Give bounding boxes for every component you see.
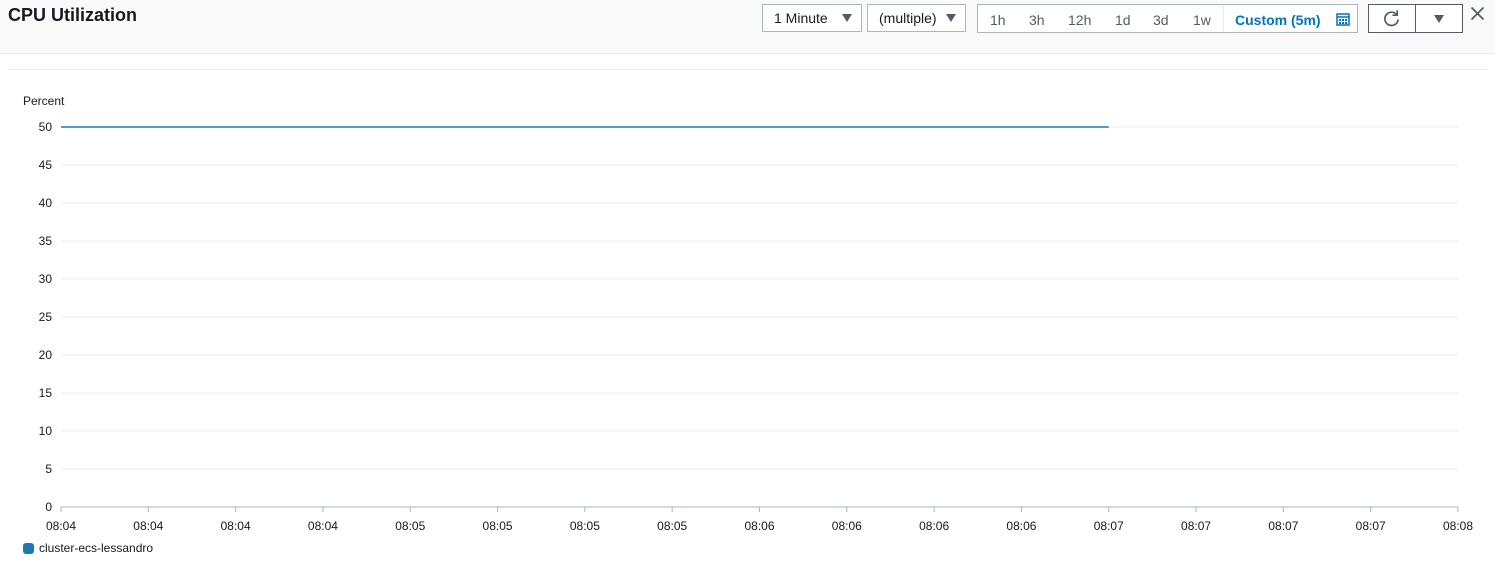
y-tick-label: 40: [39, 196, 53, 210]
cpu-utilization-chart: Percent 0 5 10 15 20 25 30 35 40 45 50 08:04 08:04 0…: [23, 94, 1473, 533]
x-tick-label: 08:04: [133, 519, 163, 533]
y-tick-label: 20: [39, 348, 53, 362]
x-tick-label: 08:04: [46, 519, 76, 533]
x-tick-label: 08:06: [832, 519, 862, 533]
y-tick-label: 50: [39, 120, 53, 134]
x-tick-label: 08:06: [919, 519, 949, 533]
x-tick-label: 08:07: [1356, 519, 1386, 533]
x-tick-label: 08:06: [1006, 519, 1036, 533]
y-tick-label: 25: [39, 310, 53, 324]
x-tick-label: 08:07: [1094, 519, 1124, 533]
y-tick-label: 5: [45, 462, 52, 476]
legend-label: cluster-ecs-lessandro: [39, 541, 154, 555]
x-tick-label: 08:05: [483, 519, 513, 533]
x-tick-label: 08:04: [221, 519, 251, 533]
y-tick-label: 35: [39, 234, 53, 248]
x-tick-label: 08:05: [395, 519, 425, 533]
x-tick-label: 08:07: [1181, 519, 1211, 533]
chart-legend[interactable]: cluster-ecs-lessandro: [23, 541, 153, 555]
legend-swatch: [23, 542, 34, 554]
x-tick-label: 08:05: [657, 519, 687, 533]
x-tick-label: 08:05: [570, 519, 600, 533]
x-tick-label: 08:06: [744, 519, 774, 533]
x-tick-label: 08:08: [1443, 519, 1473, 533]
y-tick-label: 10: [39, 424, 53, 438]
y-tick-label: 15: [39, 386, 53, 400]
y-tick-label: 45: [39, 158, 53, 172]
x-tick-label: 08:07: [1268, 519, 1298, 533]
y-axis-label: Percent: [23, 94, 65, 108]
y-tick-label: 30: [39, 272, 53, 286]
y-tick-label: 0: [45, 500, 52, 514]
x-tick-label: 08:04: [308, 519, 338, 533]
